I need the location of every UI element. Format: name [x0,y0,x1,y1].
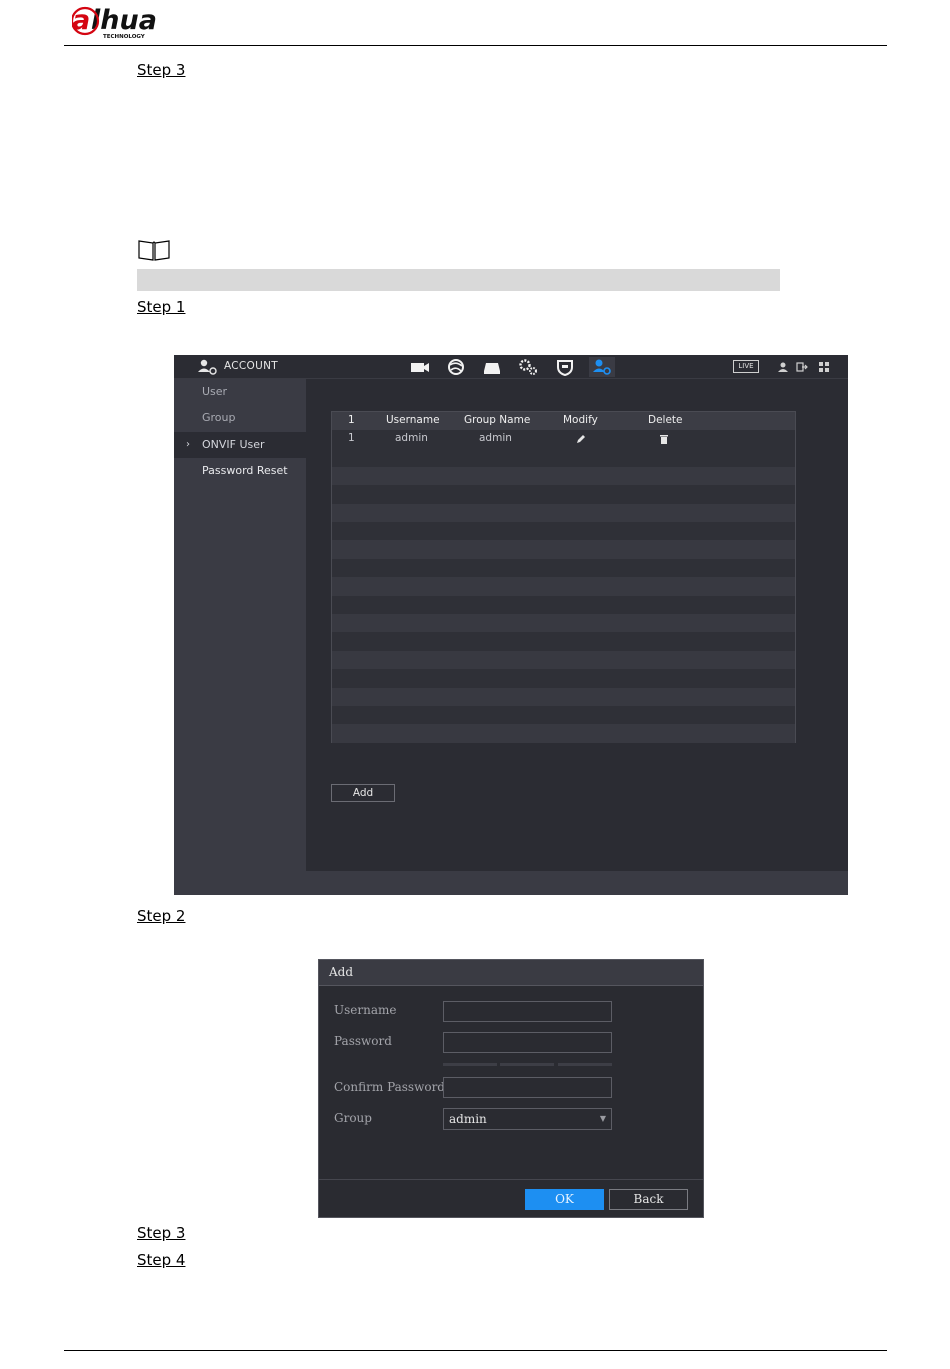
confirm-password-label: Confirm Password [334,1080,445,1094]
sidebar-item-label: User [202,385,228,398]
onvif-user-table: 1 Username Group Name Modify Delete 1 ad… [331,411,796,743]
table-row [332,448,795,466]
account-icon[interactable] [589,357,615,377]
edit-pencil-icon[interactable] [575,434,586,445]
live-button[interactable]: LIVE [733,360,759,373]
dialog-title: Add [329,965,354,979]
dialog-header: Add [319,960,703,986]
account-title: ACCOUNT [224,360,278,372]
group-select-value: admin [449,1112,487,1126]
account-settings-icon [198,359,217,375]
step-label: Step 2 [137,907,186,925]
sidebar-item-password-reset[interactable]: Password Reset [174,458,306,484]
row-username: admin [395,432,428,444]
logout-icon[interactable] [796,361,808,373]
note-book-icon [138,240,170,261]
chevron-right-icon: › [186,439,190,450]
sidebar-item-label: Group [202,411,236,424]
footer-rule [64,1350,887,1351]
table-row [332,503,795,522]
step-label: Step 4 [137,1251,186,1269]
password-strength-meter [443,1063,612,1066]
confirm-password-field[interactable] [443,1077,612,1098]
fullscreen-icon[interactable] [818,361,830,373]
system-icon[interactable] [515,357,541,377]
table-row [332,596,795,614]
ok-button[interactable]: OK [525,1189,604,1210]
step-label: Step 3 [137,1224,186,1242]
col-index-header: 1 [348,414,355,426]
username-field[interactable] [443,1001,612,1022]
svg-text:lhua: lhua [91,5,157,36]
table-row [332,632,795,650]
account-bottom-bar [306,871,848,895]
dialog-footer-divider [319,1179,703,1180]
svg-text:TECHNOLOGY: TECHNOLOGY [103,34,146,40]
table-row [332,650,795,670]
sidebar-item-label: Password Reset [202,464,288,477]
note-highlight-bar [137,269,780,291]
col-delete-header: Delete [648,414,683,426]
trash-icon[interactable] [659,434,669,445]
row-index: 1 [348,432,355,444]
table-row [332,614,795,633]
table-row [332,466,795,486]
table-row [332,687,795,706]
add-button[interactable]: Add [331,784,395,802]
add-dialog: Add Username Password Confirm Password G… [318,959,704,1218]
alhua-logo: a lhua TECHNOLOGY [72,5,157,40]
table-row [332,559,795,577]
sidebar-item-user[interactable]: User [174,379,306,405]
row-group: admin [479,432,512,444]
account-screenshot: ACCOUNT LIVE User Group › ONVIF User Pas… [174,355,848,895]
table-row [332,485,795,503]
header-rule [64,45,887,46]
camera-icon[interactable] [407,357,433,377]
back-button[interactable]: Back [609,1189,688,1210]
storage-icon[interactable] [479,357,505,377]
sidebar-item-label: ONVIF User [202,438,265,451]
step-label: Step 1 [137,298,186,316]
group-select[interactable]: admin ▼ [443,1108,612,1130]
table-header: 1 Username Group Name Modify Delete [332,412,795,430]
col-modify-header: Modify [563,414,598,426]
col-username-header: Username [386,414,440,426]
table-row [332,706,795,724]
user-icon[interactable] [777,361,789,373]
username-label: Username [334,1003,397,1017]
account-sidebar: User Group › ONVIF User Password Reset [174,379,306,895]
table-row [332,522,795,540]
table-row [332,724,795,743]
table-row[interactable]: 1 admin admin [332,430,795,448]
password-field[interactable] [443,1032,612,1053]
account-topbar: ACCOUNT LIVE [174,355,848,379]
table-row [332,669,795,687]
password-label: Password [334,1034,392,1048]
col-group-header: Group Name [464,414,531,426]
caret-down-icon: ▼ [599,1114,606,1123]
security-icon[interactable] [552,357,578,377]
network-icon[interactable] [443,357,469,377]
sidebar-item-onvif-user[interactable]: › ONVIF User [174,432,306,458]
sidebar-item-group[interactable]: Group [174,405,306,431]
group-label: Group [334,1111,372,1125]
table-row [332,540,795,559]
step-label: Step 3 [137,61,186,79]
table-row [332,577,795,596]
